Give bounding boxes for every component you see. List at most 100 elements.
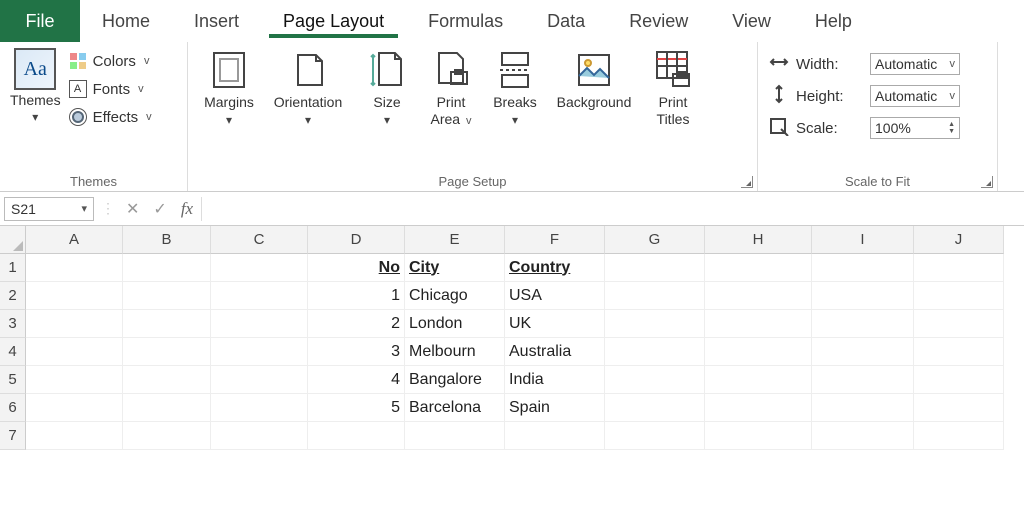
cell[interactable]	[705, 282, 812, 310]
cell[interactable]	[812, 282, 914, 310]
tab-page-layout[interactable]: Page Layout	[261, 0, 406, 42]
cell[interactable]	[211, 338, 308, 366]
orientation-button[interactable]: Orientation ▾	[262, 48, 354, 127]
fonts-button[interactable]: A Fonts v	[69, 78, 152, 100]
tab-formulas[interactable]: Formulas	[406, 0, 525, 42]
colors-button[interactable]: Colors v	[69, 50, 152, 72]
col-header[interactable]: J	[914, 226, 1004, 254]
cell[interactable]: Australia	[505, 338, 605, 366]
cell[interactable]	[914, 422, 1004, 450]
margins-button[interactable]: Margins ▾	[198, 48, 260, 127]
cell[interactable]	[26, 310, 123, 338]
select-all-corner[interactable]	[0, 226, 26, 254]
dialog-launcher-icon[interactable]	[981, 176, 993, 188]
cell[interactable]: Barcelona	[405, 394, 505, 422]
tab-review[interactable]: Review	[607, 0, 710, 42]
row-header[interactable]: 4	[0, 338, 26, 366]
cell[interactable]	[914, 282, 1004, 310]
cell[interactable]	[211, 282, 308, 310]
cell[interactable]	[605, 338, 705, 366]
enter-icon[interactable]: ✓	[153, 199, 166, 219]
width-dropdown[interactable]: Automaticv	[870, 53, 960, 75]
cell[interactable]	[705, 366, 812, 394]
cell[interactable]	[605, 282, 705, 310]
tab-view[interactable]: View	[710, 0, 793, 42]
cell[interactable]: 3	[308, 338, 405, 366]
cell[interactable]	[705, 338, 812, 366]
cell[interactable]	[914, 310, 1004, 338]
cell[interactable]	[914, 338, 1004, 366]
cell[interactable]	[123, 422, 211, 450]
cell[interactable]	[211, 310, 308, 338]
cell[interactable]	[914, 366, 1004, 394]
cell[interactable]	[914, 394, 1004, 422]
row-header[interactable]: 2	[0, 282, 26, 310]
print-titles-button[interactable]: PrintTitles	[642, 48, 704, 128]
cell[interactable]	[605, 394, 705, 422]
cell[interactable]	[123, 394, 211, 422]
cell[interactable]	[812, 254, 914, 282]
cell[interactable]: India	[505, 366, 605, 394]
cell[interactable]	[123, 254, 211, 282]
tab-help[interactable]: Help	[793, 0, 874, 42]
cell[interactable]	[26, 366, 123, 394]
col-header[interactable]: A	[26, 226, 123, 254]
cell[interactable]: 2	[308, 310, 405, 338]
cell[interactable]	[123, 282, 211, 310]
formula-input[interactable]	[201, 197, 1024, 221]
cell[interactable]: Spain	[505, 394, 605, 422]
themes-button[interactable]: Aa Themes ▾	[10, 48, 61, 124]
size-button[interactable]: Size ▾	[356, 48, 418, 127]
col-header[interactable]: D	[308, 226, 405, 254]
background-button[interactable]: Background	[548, 48, 640, 127]
cell[interactable]	[605, 310, 705, 338]
cell[interactable]: City	[405, 254, 505, 282]
cell[interactable]	[705, 422, 812, 450]
cell[interactable]	[605, 422, 705, 450]
cell[interactable]	[26, 422, 123, 450]
cell[interactable]	[123, 366, 211, 394]
tab-file[interactable]: File	[0, 0, 80, 42]
height-dropdown[interactable]: Automaticv	[870, 85, 960, 107]
cell[interactable]	[123, 338, 211, 366]
cell[interactable]	[705, 394, 812, 422]
cell[interactable]	[605, 366, 705, 394]
cell[interactable]	[405, 422, 505, 450]
cell[interactable]	[812, 338, 914, 366]
col-header[interactable]: C	[211, 226, 308, 254]
cell[interactable]	[705, 254, 812, 282]
col-header[interactable]: F	[505, 226, 605, 254]
cell[interactable]	[605, 254, 705, 282]
tab-data[interactable]: Data	[525, 0, 607, 42]
tab-home[interactable]: Home	[80, 0, 172, 42]
tab-insert[interactable]: Insert	[172, 0, 261, 42]
cell[interactable]	[26, 338, 123, 366]
effects-button[interactable]: Effects v	[69, 106, 152, 128]
scale-spinner[interactable]: 100% ▲▼	[870, 117, 960, 139]
cell[interactable]	[123, 310, 211, 338]
print-area-button[interactable]: PrintArea v	[420, 48, 482, 128]
col-header[interactable]: E	[405, 226, 505, 254]
cell[interactable]	[26, 254, 123, 282]
fx-icon[interactable]: fx	[181, 199, 193, 219]
cancel-icon[interactable]: ✕	[126, 199, 139, 219]
col-header[interactable]: G	[605, 226, 705, 254]
breaks-button[interactable]: Breaks ▾	[484, 48, 546, 127]
cell[interactable]: 1	[308, 282, 405, 310]
cell[interactable]	[914, 254, 1004, 282]
cell[interactable]	[26, 282, 123, 310]
row-header[interactable]: 6	[0, 394, 26, 422]
cell[interactable]: 5	[308, 394, 405, 422]
cell[interactable]: UK	[505, 310, 605, 338]
cell[interactable]	[812, 394, 914, 422]
spinner-arrows-icon[interactable]: ▲▼	[948, 121, 955, 135]
cell[interactable]	[211, 254, 308, 282]
cell[interactable]	[812, 310, 914, 338]
cell[interactable]: USA	[505, 282, 605, 310]
cell[interactable]: Chicago	[405, 282, 505, 310]
row-header[interactable]: 7	[0, 422, 26, 450]
cell[interactable]: No	[308, 254, 405, 282]
cell[interactable]: 4	[308, 366, 405, 394]
col-header[interactable]: I	[812, 226, 914, 254]
cell[interactable]: London	[405, 310, 505, 338]
